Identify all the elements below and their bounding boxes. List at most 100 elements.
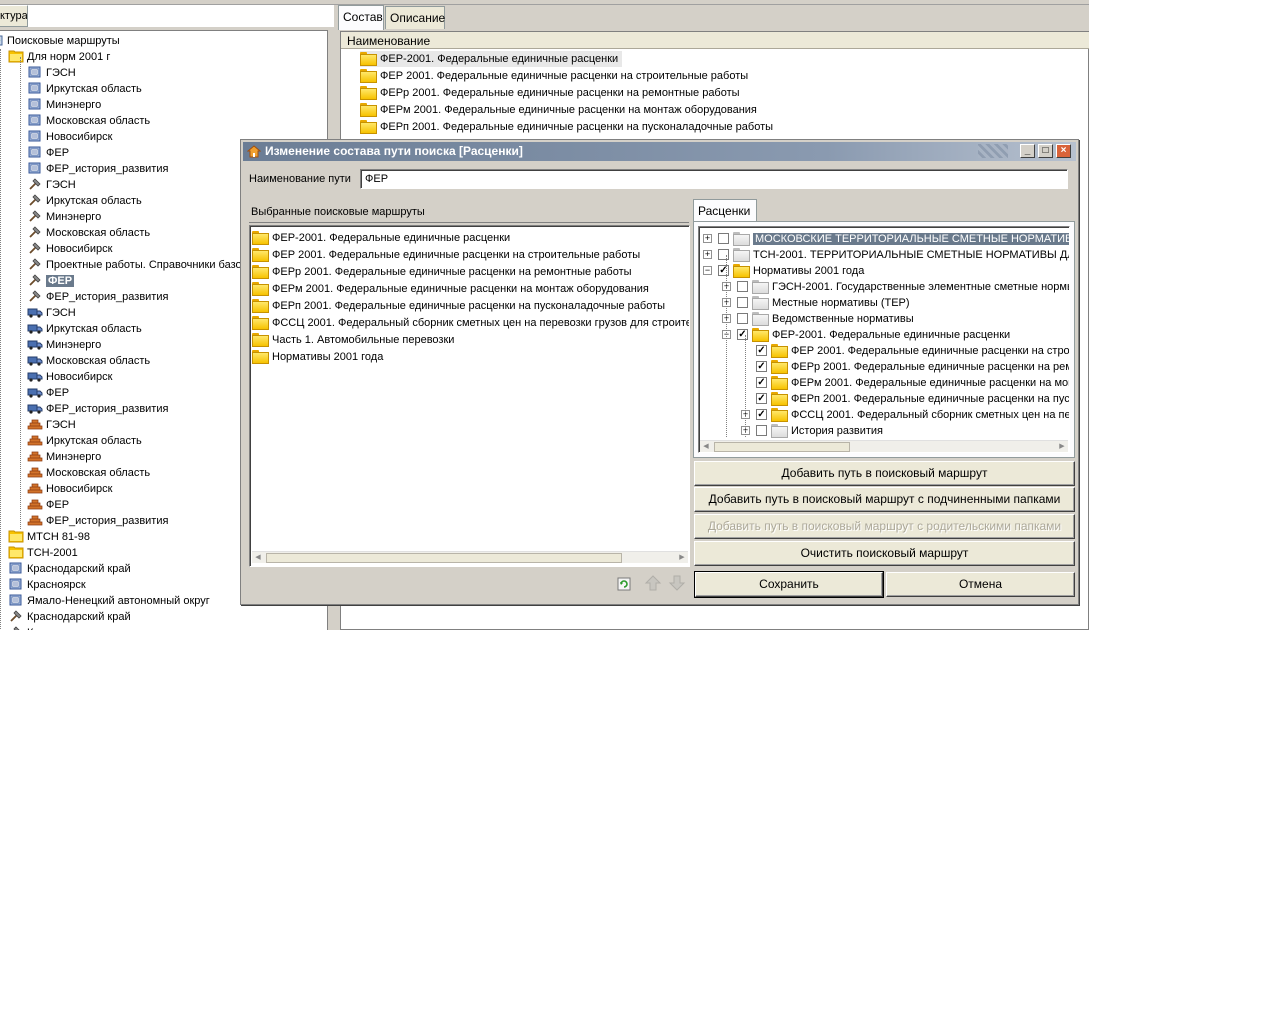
scroll-left-arrow[interactable]: ◀ — [252, 552, 264, 564]
node-checkbox[interactable] — [737, 280, 748, 292]
move-up-icon[interactable] — [644, 574, 662, 592]
tree-item[interactable]: ГЭСН — [27, 305, 76, 321]
selected-route-item[interactable]: ФЕРм 2001. Федеральные единичные расценк… — [252, 281, 649, 297]
tree-item[interactable]: ФЕР — [27, 497, 69, 513]
tree-item[interactable]: ФЕР_история_развития — [27, 401, 168, 417]
norm-tree-node[interactable]: + МОСКОВСКИЕ ТЕРРИТОРИАЛЬНЫЕ СМЕТНЫЕ НОРМ… — [703, 231, 1069, 247]
add-path-with-children-button[interactable]: Добавить путь в поисковый маршрут с подч… — [694, 487, 1075, 512]
norm-tree-node[interactable]: + ТСН-2001. ТЕРРИТОРИАЛЬНЫЕ СМЕТНЫЕ НОРМА… — [703, 247, 1069, 263]
norm-tree-node[interactable]: − ✓ Нормативы 2001 года — [703, 263, 864, 279]
node-checkbox[interactable]: ✓ — [718, 264, 729, 276]
node-checkbox[interactable]: ✓ — [756, 392, 767, 404]
tree-item[interactable]: Московская область — [27, 225, 150, 241]
norm-tree-node[interactable]: + ✓ ФССЦ 2001. Федеральный сборник сметных… — [741, 407, 1069, 423]
tree-item-selected[interactable]: ФЕР — [27, 273, 75, 289]
expander-icon[interactable]: − — [703, 265, 712, 275]
refresh-icon[interactable] — [617, 577, 631, 591]
tree-item[interactable]: Иркутская область — [27, 193, 142, 209]
selected-route-item[interactable]: Часть 1. Автомобильные перевозки — [252, 332, 454, 348]
node-checkbox[interactable] — [718, 232, 729, 244]
close-button[interactable]: × — [1056, 144, 1071, 158]
selected-route-item[interactable]: ФССЦ 2001. Федеральный сборник сметных ц… — [252, 315, 689, 331]
norm-tree-node[interactable]: ✓ ФЕРм 2001. Федеральные единичные расцен… — [741, 375, 1069, 391]
cancel-button[interactable]: Отмена — [886, 572, 1075, 597]
norm-tree-node[interactable]: + История развития — [741, 423, 883, 439]
node-checkbox[interactable]: ✓ — [756, 376, 767, 388]
tree-item[interactable]: Московская область — [27, 353, 150, 369]
node-checkbox[interactable] — [718, 248, 729, 260]
tree-item[interactable]: Поисковые маршруты — [0, 33, 120, 49]
contents-item[interactable]: ФЕРп 2001. Федеральные единичные расценк… — [360, 119, 777, 135]
tree-item[interactable]: Новосибирск — [27, 241, 112, 257]
tree-item[interactable]: Краснодарский край — [8, 561, 131, 577]
tree-item[interactable]: ТСН-2001 — [8, 545, 78, 561]
node-checkbox[interactable]: ✓ — [756, 344, 767, 356]
tree-scroll-left-arrow[interactable]: ◀ — [700, 441, 712, 452]
tab-opisanie[interactable]: Описание — [385, 6, 445, 29]
node-checkbox[interactable]: ✓ — [756, 360, 767, 372]
norm-tree-node[interactable]: + ГЭСН-2001. Государственные элементные с… — [722, 279, 1069, 295]
norm-tree-node[interactable]: ✓ ФЕРр 2001. Федеральные единичные расцен… — [741, 359, 1069, 375]
expander-icon[interactable]: + — [703, 233, 712, 243]
tree-item[interactable]: Иркутская область — [27, 321, 142, 337]
minimize-button[interactable]: _ — [1020, 144, 1035, 158]
tree-item[interactable]: Для норм 2001 г — [8, 49, 110, 65]
tree-item[interactable]: ФЕР_история_развития — [27, 161, 168, 177]
tree-item[interactable]: Московская область — [27, 113, 150, 129]
tree-scroll-thumb[interactable] — [714, 442, 850, 452]
norm-tree-node[interactable]: ✓ ФЕРп 2001. Федеральные единичные расцен… — [741, 391, 1069, 407]
clear-route-button[interactable]: Очистить поисковый маршрут — [694, 541, 1075, 566]
tree-item[interactable]: Московская область — [27, 465, 150, 481]
tree-item[interactable]: Минэнерго — [27, 449, 101, 465]
column-header-name[interactable]: Наименование — [341, 32, 1089, 49]
tree-item[interactable]: ФЕР_история_развития — [27, 513, 168, 529]
tree-item[interactable]: Минэнерго — [27, 209, 101, 225]
tree-item[interactable]: ГЭСН — [27, 65, 76, 81]
selected-routes-hscroll[interactable]: ◀ ▶ — [252, 551, 688, 563]
add-path-with-parents-button[interactable]: Добавить путь в поисковый маршрут с роди… — [694, 514, 1075, 539]
tree-scroll-right-arrow[interactable]: ▶ — [1056, 441, 1068, 452]
maximize-button[interactable]: □ — [1038, 144, 1053, 158]
tree-item[interactable]: МТСН 81-98 — [8, 529, 90, 545]
tree-item[interactable]: Минэнерго — [27, 337, 101, 353]
tree-item[interactable]: Новосибирск — [27, 481, 112, 497]
selected-routes-list[interactable]: ФЕР-2001. Федеральные единичные расценки… — [249, 225, 690, 567]
dialog-titlebar[interactable]: Изменение состава пути поиска [Расценки]… — [243, 142, 1076, 161]
tree-item[interactable]: ФЕР_история_развития — [27, 289, 168, 305]
norm-tree-node[interactable]: + Местные нормативы (ТЕР) — [722, 295, 910, 311]
norms-tree[interactable]: + МОСКОВСКИЕ ТЕРРИТОРИАЛЬНЫЕ СМЕТНЫЕ НОРМ… — [698, 226, 1070, 453]
node-checkbox[interactable] — [756, 424, 767, 436]
node-checkbox[interactable] — [737, 296, 748, 308]
node-checkbox[interactable] — [737, 312, 748, 324]
scroll-thumb[interactable] — [266, 553, 622, 563]
tree-item[interactable]: ФЕР — [27, 145, 69, 161]
tree-item[interactable]: Красноярск — [8, 577, 86, 593]
selected-route-item[interactable]: ФЕР-2001. Федеральные единичные расценки — [252, 230, 510, 246]
tree-item[interactable]: Иркутская область — [27, 433, 142, 449]
tab-structure[interactable]: ктура — [0, 5, 28, 27]
selected-route-item[interactable]: ФЕРп 2001. Федеральные единичные расценк… — [252, 298, 665, 314]
tree-item[interactable]: Новосибирск — [27, 369, 112, 385]
node-checkbox[interactable]: ✓ — [756, 408, 767, 420]
tree-item[interactable]: Минэнерго — [27, 97, 101, 113]
norm-tree-node[interactable]: ✓ ФЕР 2001. Федеральные единичные расценк… — [741, 343, 1069, 359]
tree-item[interactable]: ФЕР — [27, 385, 69, 401]
contents-item[interactable]: ФЕР 2001. Федеральные единичные расценки… — [360, 68, 752, 84]
tree-item[interactable]: Новосибирск — [27, 129, 112, 145]
contents-item[interactable]: ФЕРм 2001. Федеральные единичные расценк… — [360, 102, 761, 118]
add-path-button[interactable]: Добавить путь в поисковый маршрут — [694, 461, 1075, 486]
tree-item[interactable]: ГЭСН — [27, 177, 76, 193]
contents-item[interactable]: ФЕРр 2001. Федеральные единичные расценк… — [360, 85, 744, 101]
tree-item[interactable]: Ямало-Ненецкий автономный округ — [8, 593, 210, 609]
tree-item[interactable]: Иркутская область — [27, 81, 142, 97]
tree-item[interactable]: Краснодарский край — [8, 609, 131, 625]
tree-item[interactable]: ГЭСН — [27, 417, 76, 433]
expander-icon[interactable]: + — [703, 249, 712, 259]
tree-item[interactable]: К... — [8, 625, 43, 630]
selected-route-item[interactable]: Нормативы 2001 года — [252, 349, 383, 365]
path-name-input[interactable]: ФЕР — [360, 169, 1068, 189]
selected-route-item[interactable]: ФЕРр 2001. Федеральные единичные расценк… — [252, 264, 632, 280]
move-down-icon[interactable] — [668, 574, 686, 592]
save-button[interactable]: Сохранить — [694, 571, 884, 598]
node-checkbox[interactable]: ✓ — [737, 328, 748, 340]
